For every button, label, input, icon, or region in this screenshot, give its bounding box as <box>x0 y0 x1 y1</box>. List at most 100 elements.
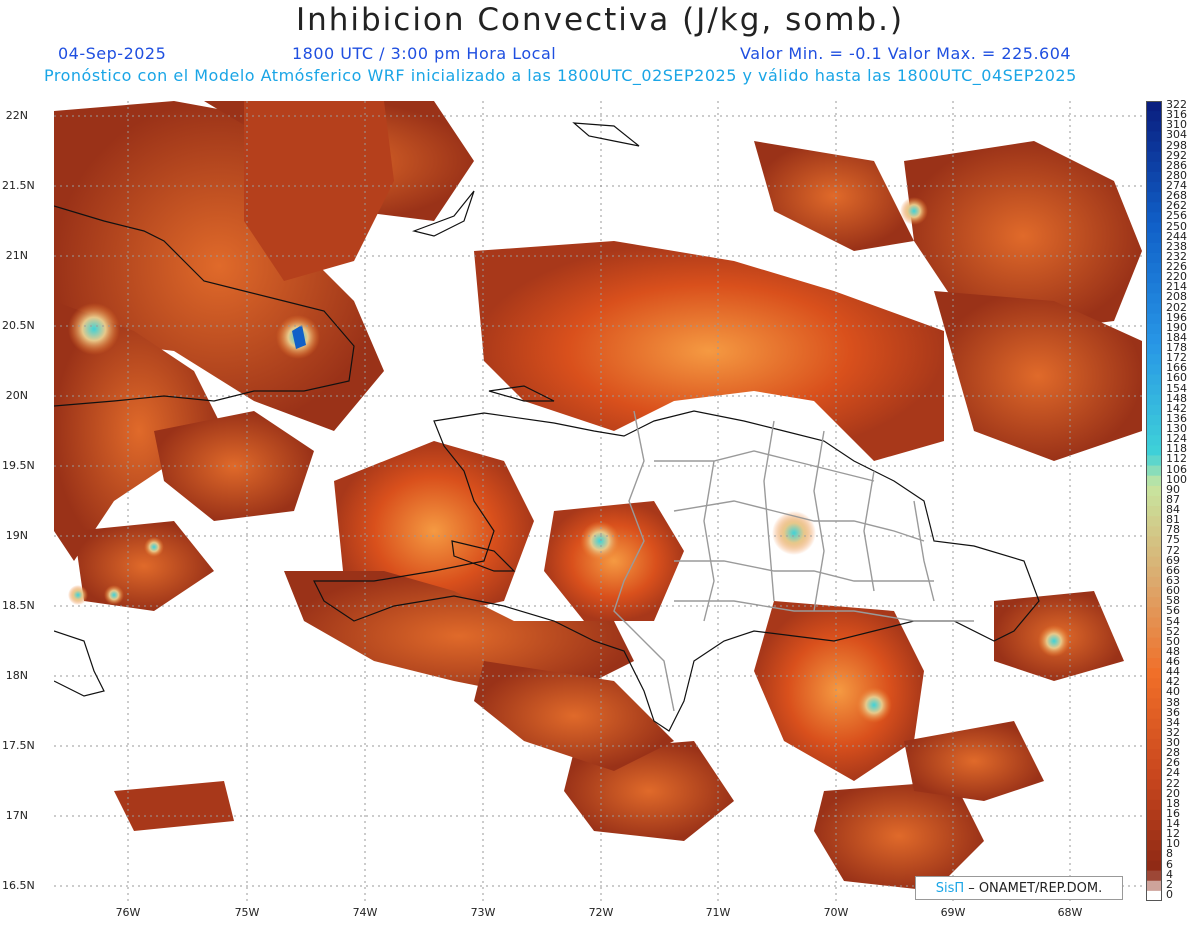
legend-swatch <box>1146 263 1162 274</box>
map-title: Inhibicion Convectiva (J/kg, somb.) <box>295 2 905 38</box>
lat-label: 18.5N <box>2 599 35 612</box>
lon-label: 69W <box>940 906 966 919</box>
legend-swatch <box>1146 394 1162 406</box>
legend-swatch <box>1146 333 1162 345</box>
lon-label: 75W <box>234 906 260 919</box>
legend-swatch <box>1146 830 1162 841</box>
legend-swatch <box>1146 749 1162 760</box>
legend-swatch <box>1146 182 1162 193</box>
legend-swatch <box>1146 668 1162 679</box>
legend-swatch <box>1146 131 1162 143</box>
color-legend-bar <box>1146 101 1162 901</box>
legend-swatch <box>1146 354 1162 365</box>
legend-swatch <box>1146 880 1162 892</box>
legend-swatch <box>1146 111 1162 122</box>
legend-swatch <box>1146 435 1162 446</box>
lat-label: 19N <box>5 529 28 542</box>
legend-swatch <box>1146 455 1162 467</box>
legend-swatch <box>1146 121 1162 132</box>
legend-swatch <box>1146 506 1162 517</box>
legend-swatch <box>1146 840 1162 851</box>
legend-swatch <box>1146 738 1162 750</box>
legend-swatch <box>1146 192 1162 203</box>
legend-swatch <box>1146 273 1162 284</box>
forecast-date: 04-Sep-2025 <box>58 44 167 63</box>
legend-swatch <box>1146 465 1162 477</box>
legend-swatch <box>1146 627 1162 639</box>
legend-swatch <box>1146 566 1162 578</box>
legend-swatch <box>1146 819 1162 831</box>
credit-brand: SisΠ <box>935 880 965 896</box>
forecast-time: 1800 UTC / 3:00 pm Hora Local <box>292 44 557 63</box>
legend-swatch <box>1146 404 1162 416</box>
lon-label: 71W <box>705 906 731 919</box>
lat-label: 21.5N <box>2 179 35 192</box>
legend-swatch <box>1146 546 1162 558</box>
legend-swatch <box>1146 485 1162 497</box>
cin-shading <box>54 101 1142 891</box>
legend-swatch <box>1146 617 1162 629</box>
legend-swatch <box>1146 890 1162 901</box>
legend-swatch <box>1146 222 1162 234</box>
legend-swatch <box>1146 536 1162 548</box>
legend-swatch <box>1146 587 1162 598</box>
lat-label: 21N <box>5 249 28 262</box>
legend-label: 0 <box>1166 887 1173 901</box>
legend-swatch <box>1146 151 1162 163</box>
lat-label: 16.5N <box>2 879 35 892</box>
legend-swatch <box>1146 698 1162 710</box>
lat-label: 20N <box>5 389 28 402</box>
legend-swatch <box>1146 101 1162 112</box>
legend-swatch <box>1146 414 1162 426</box>
legend-swatch <box>1146 799 1162 811</box>
legend-swatch <box>1146 425 1162 436</box>
legend-swatch <box>1146 495 1162 507</box>
model-info: Pronóstico con el Modelo Atmósferico WRF… <box>44 66 1077 85</box>
lat-label: 17N <box>5 809 28 822</box>
credit-text: – ONAMET/REP.DOM. <box>968 880 1103 896</box>
legend-swatch <box>1146 678 1162 689</box>
legend-swatch <box>1146 212 1162 224</box>
legend-swatch <box>1146 232 1162 244</box>
legend-swatch <box>1146 708 1162 720</box>
lon-label: 74W <box>352 906 378 919</box>
legend-swatch <box>1146 728 1162 740</box>
legend-swatch <box>1146 313 1162 325</box>
legend-swatch <box>1146 607 1162 618</box>
legend-swatch <box>1146 526 1162 537</box>
legend-swatch <box>1146 242 1162 254</box>
legend-swatch <box>1146 759 1162 770</box>
legend-swatch <box>1146 556 1162 568</box>
legend-swatch <box>1146 202 1162 213</box>
legend-swatch <box>1146 323 1162 335</box>
legend-swatch <box>1146 597 1162 608</box>
min-max-values: Valor Min. = -0.1 Valor Max. = 225.604 <box>740 44 1072 63</box>
legend-swatch <box>1146 647 1162 659</box>
lat-label: 18N <box>5 669 28 682</box>
lat-label: 22N <box>5 109 28 122</box>
legend-swatch <box>1146 779 1162 791</box>
legend-swatch <box>1146 384 1162 396</box>
lon-label: 70W <box>823 906 849 919</box>
legend-swatch <box>1146 364 1162 375</box>
legend-swatch <box>1146 809 1162 821</box>
cin-map <box>54 101 1142 901</box>
credit-box: SisΠ – ONAMET/REP.DOM. <box>915 876 1123 900</box>
legend-swatch <box>1146 657 1162 669</box>
legend-swatch <box>1146 576 1162 588</box>
legend-swatch <box>1146 283 1162 294</box>
legend-swatch <box>1146 303 1162 315</box>
legend-swatch <box>1146 141 1162 153</box>
lon-label: 73W <box>470 906 496 919</box>
lon-label: 76W <box>115 906 141 919</box>
lat-label: 17.5N <box>2 739 35 752</box>
legend-swatch <box>1146 637 1162 649</box>
legend-swatch <box>1146 789 1162 801</box>
legend-swatch <box>1146 161 1162 173</box>
legend-swatch <box>1146 860 1162 872</box>
lon-label: 68W <box>1057 906 1083 919</box>
legend-swatch <box>1146 374 1162 386</box>
legend-swatch <box>1146 850 1162 861</box>
legend-swatch <box>1146 688 1162 699</box>
lat-label: 20.5N <box>2 319 35 332</box>
